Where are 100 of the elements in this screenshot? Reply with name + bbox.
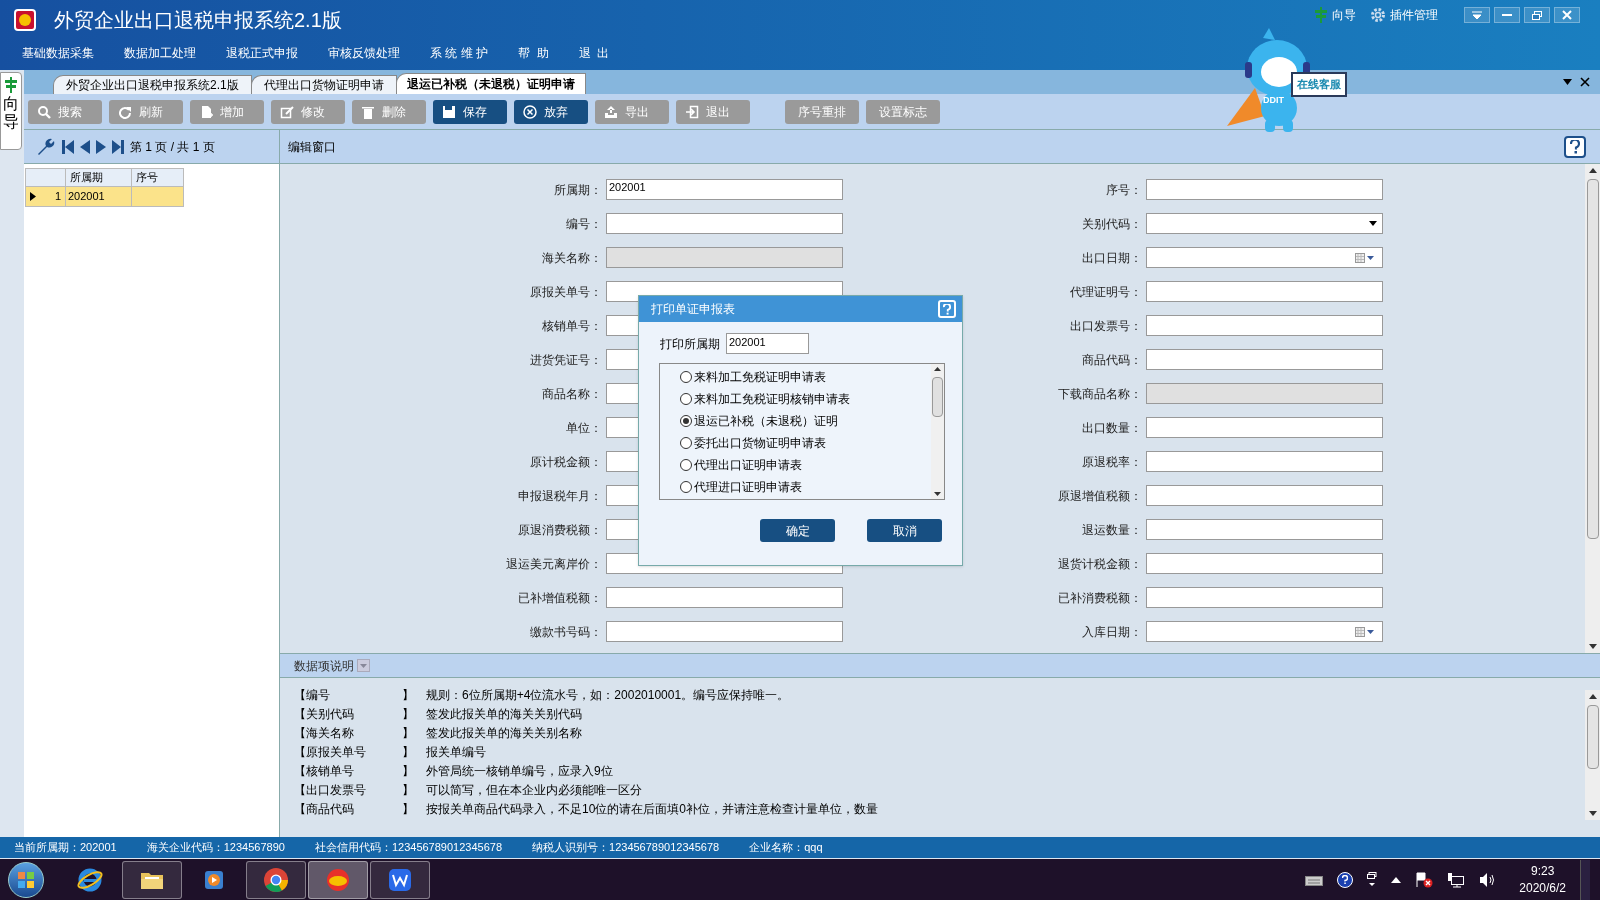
input-field[interactable] bbox=[606, 213, 843, 234]
radio-option[interactable]: 委托出口货物证明申请表 bbox=[680, 432, 931, 454]
input-field[interactable] bbox=[1146, 179, 1383, 200]
scroll-up-icon[interactable] bbox=[1588, 694, 1597, 699]
radio-option[interactable]: 来料加工免税证明核销申请表 bbox=[680, 388, 931, 410]
caret-icon[interactable] bbox=[1367, 629, 1374, 634]
first-page-icon[interactable] bbox=[62, 139, 74, 154]
help-icon[interactable] bbox=[1564, 135, 1586, 158]
input-field[interactable]: 202001 bbox=[606, 179, 843, 200]
period-field[interactable]: 202001 bbox=[726, 333, 809, 354]
last-page-icon[interactable] bbox=[112, 139, 124, 154]
tab[interactable]: 代理出口货物证明申请 bbox=[250, 75, 397, 94]
item-description: 外管局统一核销单编号，应录入9位 bbox=[426, 763, 613, 780]
taskbar-button[interactable] bbox=[246, 860, 306, 899]
panel-title: 编辑窗口 bbox=[288, 138, 336, 156]
clock-time[interactable]: 9:23 bbox=[1530, 862, 1555, 880]
scroll-up-icon[interactable] bbox=[1588, 168, 1597, 173]
minimize-button[interactable] bbox=[1494, 7, 1520, 23]
field-label: 代理证明号： bbox=[1069, 283, 1142, 301]
radio-option[interactable]: 代理进口证明申请表 bbox=[680, 476, 931, 498]
scroll-down-icon[interactable] bbox=[1588, 811, 1597, 816]
next-page-icon[interactable] bbox=[96, 139, 106, 154]
taskbar-button[interactable] bbox=[370, 860, 430, 899]
menu-item[interactable]: 数据加工处理 bbox=[124, 44, 196, 62]
close-button[interactable] bbox=[1554, 7, 1580, 23]
menu-item[interactable]: 审核反馈处理 bbox=[328, 44, 400, 62]
dropdown-button[interactable] bbox=[1464, 7, 1490, 23]
menu-item[interactable]: 退 出 bbox=[578, 44, 610, 62]
menu-item[interactable]: 退税正式申报 bbox=[226, 44, 298, 62]
show-desktop-button[interactable] bbox=[1580, 859, 1590, 900]
menu-item[interactable]: 帮 助 bbox=[518, 44, 549, 62]
plugin-manager-button[interactable]: 插件管理 bbox=[1370, 6, 1438, 24]
field-label: 编号： bbox=[565, 215, 602, 233]
online-service-button[interactable]: 在线客服 bbox=[1291, 72, 1347, 97]
field-label: 出口日期： bbox=[1081, 249, 1142, 267]
input-field[interactable] bbox=[1146, 485, 1383, 506]
clock-date[interactable]: 2020/6/2 bbox=[1519, 879, 1566, 897]
input-field[interactable] bbox=[606, 587, 843, 608]
scrollbar[interactable] bbox=[931, 364, 944, 499]
guide-side-tab[interactable]: 向导 bbox=[0, 72, 22, 150]
tab[interactable]: 外贸企业出口退税申报系统2.1版 bbox=[53, 75, 252, 94]
date-field[interactable] bbox=[1146, 621, 1383, 642]
radio-option[interactable]: 退运已补税（未退税）证明 bbox=[680, 410, 931, 432]
scroll-down-icon[interactable] bbox=[934, 492, 941, 496]
taskbar-button[interactable] bbox=[122, 860, 182, 899]
signpost-icon bbox=[1314, 7, 1328, 23]
radio-option[interactable]: 代理出口证明申请表 bbox=[680, 454, 931, 476]
input-field[interactable] bbox=[1146, 417, 1383, 438]
toolbar-button[interactable]: 放弃 bbox=[514, 99, 588, 124]
restore-button[interactable] bbox=[1524, 7, 1550, 23]
calendar-icon[interactable] bbox=[1355, 252, 1365, 263]
table-row[interactable]: 1 202001 bbox=[25, 186, 184, 206]
calendar-icon[interactable] bbox=[1355, 626, 1365, 637]
toolbar-button[interactable]: 保存 bbox=[433, 99, 507, 124]
input-field[interactable] bbox=[606, 621, 843, 642]
radio-button[interactable] bbox=[680, 437, 692, 449]
radio-button[interactable] bbox=[680, 481, 692, 493]
close-icon bbox=[1560, 9, 1574, 21]
keyboard-icon[interactable] bbox=[1305, 873, 1324, 886]
scroll-down-icon[interactable] bbox=[1588, 644, 1597, 649]
scrollbar[interactable] bbox=[1585, 690, 1600, 820]
previous-page-icon[interactable] bbox=[80, 139, 90, 154]
input-field[interactable] bbox=[1146, 519, 1383, 540]
input-field[interactable] bbox=[1146, 315, 1383, 336]
menu-item[interactable]: 基础数据采集 bbox=[22, 44, 94, 62]
menu-item[interactable]: 系 统 维 护 bbox=[430, 44, 488, 62]
flag-error-icon[interactable] bbox=[1415, 871, 1434, 888]
scroll-up-icon[interactable] bbox=[934, 367, 941, 371]
date-field[interactable] bbox=[1146, 247, 1383, 268]
row-pointer-icon bbox=[30, 191, 36, 201]
show-hidden-icons[interactable] bbox=[1391, 876, 1402, 883]
close-icon[interactable] bbox=[1580, 77, 1590, 87]
radio-button[interactable] bbox=[680, 459, 692, 471]
wrench-icon[interactable] bbox=[36, 136, 56, 157]
dropdown-icon[interactable] bbox=[1563, 79, 1572, 85]
chrome-icon bbox=[262, 865, 290, 894]
radio-button[interactable] bbox=[680, 393, 692, 405]
guide-button[interactable]: 向导 bbox=[1314, 6, 1356, 24]
caret-icon[interactable] bbox=[1367, 255, 1374, 260]
network-icon[interactable] bbox=[1447, 871, 1466, 888]
scrollbar[interactable] bbox=[1585, 164, 1600, 653]
radio-option[interactable]: 来料加工免税证明申请表 bbox=[680, 366, 931, 388]
column-header[interactable]: 序号 bbox=[131, 168, 184, 186]
window-switch-icon[interactable] bbox=[1367, 871, 1378, 888]
taskbar-button[interactable] bbox=[308, 860, 368, 899]
status-item: 当前所属期：202001 bbox=[14, 840, 117, 856]
input-field[interactable] bbox=[1146, 349, 1383, 370]
tab[interactable]: 退运已补税（未退税）证明申请 bbox=[395, 73, 586, 94]
input-field[interactable] bbox=[1146, 451, 1383, 472]
input-field[interactable] bbox=[1146, 553, 1383, 574]
dialog-button[interactable]: 取消 bbox=[867, 519, 942, 542]
radio-button[interactable] bbox=[680, 371, 692, 383]
column-header[interactable]: 所属期 bbox=[65, 168, 132, 186]
dropdown-field[interactable] bbox=[1146, 213, 1383, 234]
start-button[interactable] bbox=[8, 861, 44, 898]
input-field[interactable] bbox=[1146, 281, 1383, 302]
input-field[interactable] bbox=[1146, 587, 1383, 608]
dialog-button[interactable]: 确定 bbox=[760, 519, 835, 542]
radio-button[interactable] bbox=[680, 415, 692, 427]
item-description: 签发此报关单的海关关别代码 bbox=[426, 706, 582, 723]
